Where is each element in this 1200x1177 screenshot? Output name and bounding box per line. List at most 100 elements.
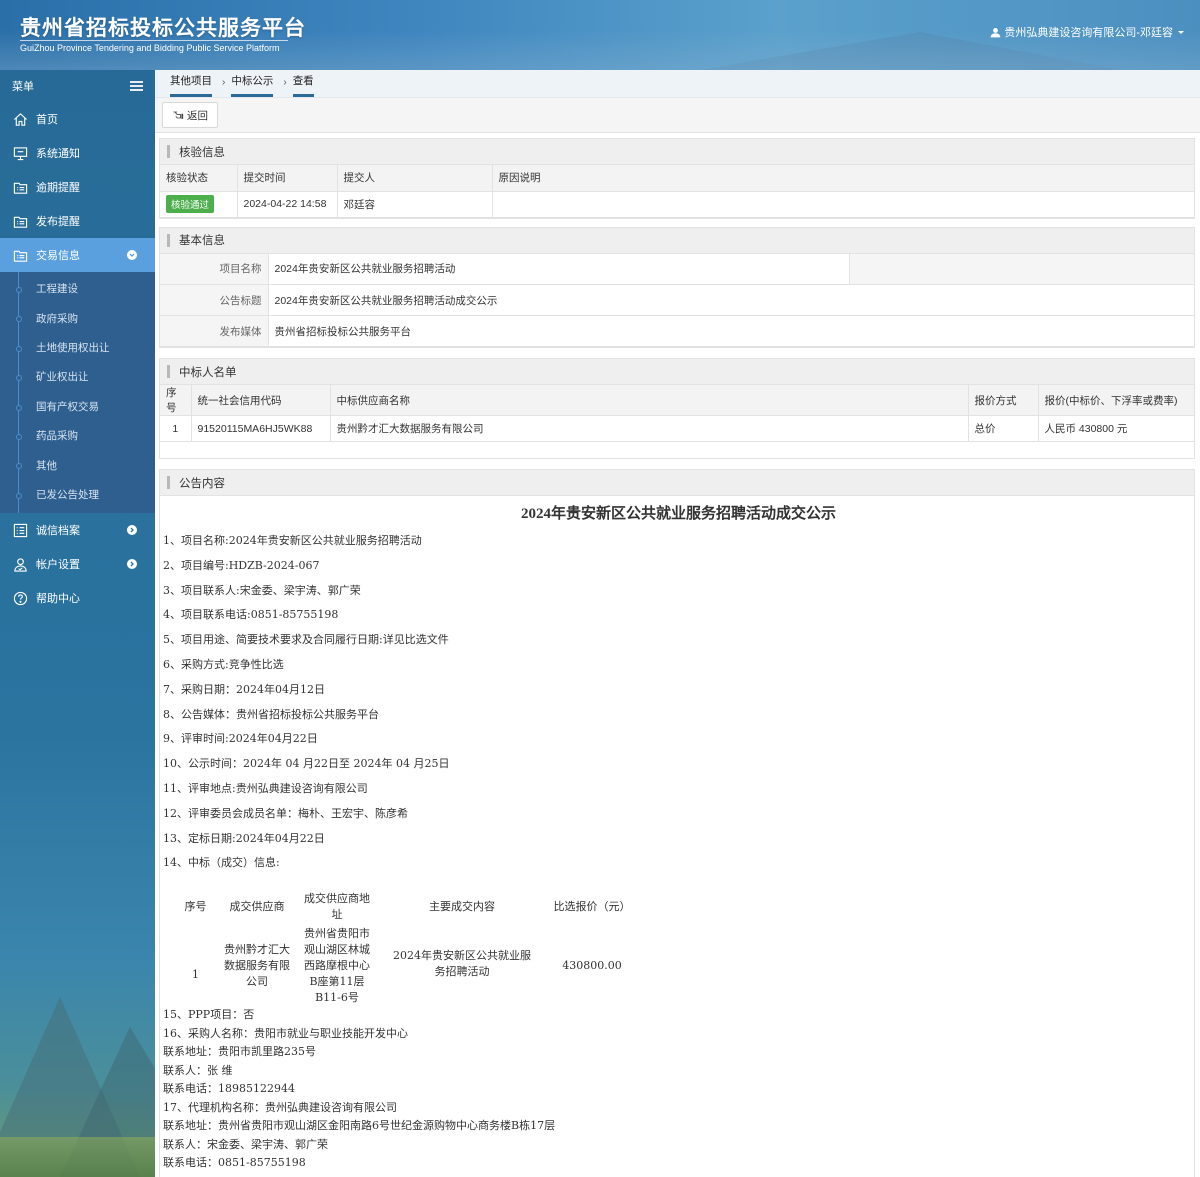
basic-info-table: 项目名称 2024年贵安新区公共就业服务招聘活动 公告标题 2024年贵安新区公… — [160, 253, 1194, 347]
sidebar-item-trade-info[interactable]: 交易信息 — [0, 238, 155, 272]
panel-title-text: 中标人名单 — [179, 366, 237, 379]
notice-line: 9、评审时间:2024年04月22日 — [163, 732, 318, 746]
user-menu[interactable]: 贵州弘典建设咨询有限公司-邓廷容 — [990, 24, 1184, 40]
panel-title-text: 核验信息 — [179, 146, 225, 159]
table-row: 公告标题 2024年贵安新区公共就业服务招聘活动成交公示 — [160, 284, 1194, 316]
sidebar-item-label: 诚信档案 — [36, 525, 80, 538]
panel-title: 基本信息 — [160, 227, 1194, 254]
hamburger-icon[interactable] — [130, 81, 143, 91]
user-name: 贵州弘典建设咨询有限公司-邓廷容 — [1004, 27, 1173, 39]
submenu-item-drug-procurement[interactable]: 药品采购 — [0, 421, 155, 450]
back-button[interactable]: 返回 — [162, 102, 218, 128]
chevron-right-icon — [127, 525, 137, 536]
notice-line: 2、项目编号:HDZB-2024-067 — [163, 558, 320, 572]
panel-title-text: 公告内容 — [179, 477, 225, 490]
panel-title: 公告内容 — [160, 470, 1194, 496]
deal-table: 序号 成交供应商 成交供应商地址 主要成交内容 比选报价（元） 1 贵州黔才汇大… — [173, 890, 638, 1006]
submit-time: 2024-04-22 14:58 — [237, 191, 338, 218]
breadcrumb-award-notice[interactable]: 中标公示 — [231, 73, 274, 97]
notice-line: 5、项目用途、简要技术要求及合同履行日期:详见比选文件 — [163, 633, 449, 647]
column-header: 比选报价（元） — [553, 900, 631, 914]
notice-tail-lines: 15、PPP项目：否 16、采购人名称：贵阳市就业与职业技能开发中心 联系地址：贵阳… — [163, 1006, 1194, 1173]
sidebar-item-label: 帐户设置 — [36, 559, 80, 572]
reason — [492, 191, 1194, 218]
notice-line: 联系地址：贵阳市凯里路235号 — [163, 1045, 316, 1059]
submenu-item-mining-rights[interactable]: 矿业权出让 — [0, 362, 155, 391]
chevron-down-icon — [127, 250, 137, 260]
caret-down-icon — [1178, 30, 1184, 34]
breadcrumb: 其他项目 › 中标公示 › 查看 — [155, 70, 1200, 98]
submenu-item-construction[interactable]: 工程建设 — [0, 274, 155, 303]
folder-list-icon — [12, 247, 28, 263]
breadcrumb-view[interactable]: 查看 — [292, 73, 314, 97]
notice-line: 15、PPP项目：否 — [163, 1008, 255, 1022]
home-icon — [12, 111, 28, 127]
column-header: 成交供应商地址 — [304, 892, 370, 922]
column-header: 提交时间 — [237, 165, 338, 192]
notice-title-value: 2024年贵安新区公共就业服务招聘活动成交公示 — [268, 284, 1194, 316]
sidebar-item-credit-archive[interactable]: 诚信档案 — [0, 513, 155, 547]
sidebar-item-notifications[interactable]: 系统通知 — [0, 136, 155, 170]
basic-info-panel: 基本信息 项目名称 2024年贵安新区公共就业服务招聘活动 公告标题 2024年… — [159, 226, 1195, 348]
winners-panel: 中标人名单 序号 统一社会信用代码 中标供应商名称 报价方式 报价(中标价、下浮… — [159, 358, 1195, 459]
folder-list-icon — [12, 213, 28, 229]
submenu-item-state-property[interactable]: 国有产权交易 — [0, 392, 155, 421]
credit-code: 91520115MA6HJ5WK88 — [191, 415, 331, 442]
column-header: 原因说明 — [492, 165, 1194, 192]
supplier-name: 贵州黔才汇大数据服务有限公司 — [330, 415, 969, 442]
sidebar-item-home[interactable]: 首页 — [0, 102, 155, 136]
monitor-icon — [12, 145, 28, 161]
user-icon — [991, 27, 1001, 37]
notice-line: 4、项目联系电话:0851-85755198 — [163, 608, 339, 622]
back-label: 返回 — [187, 109, 208, 122]
sidebar-item-publish-reminder[interactable]: 发布提醒 — [0, 204, 155, 238]
column-header: 报价方式 — [968, 385, 1039, 416]
price-method: 总价 — [968, 415, 1039, 442]
notice-line: 7、采购日期：2024年04月12日 — [163, 682, 325, 696]
table-row: 1 91520115MA6HJ5WK88 贵州黔才汇大数据服务有限公司 总价 人… — [160, 415, 1194, 442]
notice-line: 16、采购人名称：贵阳市就业与职业技能开发中心 — [163, 1026, 408, 1040]
user-icon — [12, 556, 28, 572]
list-icon — [12, 522, 28, 538]
sidebar: 菜单 首页 系统通知 逾期提醒 发布提醒 交易信息 工程建设 政府采购 土地使用… — [0, 70, 155, 1177]
notice-line: 6、采购方式:竞争性比选 — [163, 657, 284, 671]
verify-panel: 核验信息 核验状态 提交时间 提交人 原因说明 核验通过 2024-04-22 … — [159, 138, 1195, 219]
hand-pointing-back-icon — [173, 111, 184, 119]
notice-line: 联系电话：0851-85755198 — [163, 1156, 306, 1170]
chevron-right-icon: › — [222, 77, 226, 88]
sidebar-item-account-settings[interactable]: 帐户设置 — [0, 547, 155, 581]
submitter: 邓廷容 — [337, 191, 493, 218]
table-row: 1 贵州黔才汇大数据服务有限公司 贵州省贵阳市观山湖区林城西路摩根中心B座第11… — [173, 922, 638, 1006]
notice-lines: 1、项目名称:2024年贵安新区公共就业服务招聘活动 2、项目编号:HDZB-20… — [163, 529, 1194, 876]
deal-address: 贵州省贵阳市观山湖区林城西路摩根中心B座第11层B11-6号 — [304, 927, 370, 1005]
submenu-item-gov-procurement[interactable]: 政府采购 — [0, 303, 155, 332]
notice-line: 12、评审委员会成员名单：梅朴、王宏宇、陈彦希 — [163, 806, 408, 820]
sidebar-item-help-center[interactable]: 帮助中心 — [0, 581, 155, 615]
notice-line: 14、中标（成交）信息: — [163, 856, 280, 870]
notice-line: 17、代理机构名称：贵州弘典建设咨询有限公司 — [163, 1100, 397, 1114]
column-header: 成交供应商 — [229, 900, 285, 914]
sidebar-item-overdue-reminder[interactable]: 逾期提醒 — [0, 170, 155, 204]
column-header: 提交人 — [337, 165, 493, 192]
publish-media-value: 贵州省招标投标公共服务平台 — [268, 315, 1194, 347]
submenu-item-published-notices[interactable]: 已发公告处理 — [0, 480, 155, 509]
price: 人民币 430800 元 — [1038, 415, 1194, 442]
column-header: 主要成交内容 — [429, 900, 495, 914]
submenu-trade-info: 工程建设 政府采购 土地使用权出让 矿业权出让 国有产权交易 药品采购 其他 已… — [0, 272, 155, 514]
notice-line: 1、项目名称:2024年贵安新区公共就业服务招聘活动 — [163, 534, 422, 547]
chevron-right-icon — [127, 559, 137, 570]
column-header: 统一社会信用代码 — [191, 385, 331, 416]
sidebar-item-label: 发布提醒 — [36, 216, 80, 228]
panel-title: 核验信息 — [160, 139, 1194, 165]
site-title[interactable]: 贵州省招标投标公共服务平台 — [20, 12, 306, 42]
submenu-item-other[interactable]: 其他 — [0, 450, 155, 479]
help-icon — [12, 590, 28, 606]
sidebar-item-label: 逾期提醒 — [36, 182, 80, 194]
notice-line: 3、项目联系人:宋金委、梁宇涛、郭广荣 — [163, 583, 361, 597]
notice-line: 8、公告媒体：贵州省招标投标公共服务平台 — [163, 707, 379, 721]
status-cell: 核验通过 — [160, 191, 238, 218]
sidebar-item-label: 帮助中心 — [36, 593, 80, 606]
column-header: 序号 — [160, 385, 192, 416]
submenu-item-land-use[interactable]: 土地使用权出让 — [0, 333, 155, 362]
breadcrumb-other-projects[interactable]: 其他项目 — [170, 73, 212, 97]
